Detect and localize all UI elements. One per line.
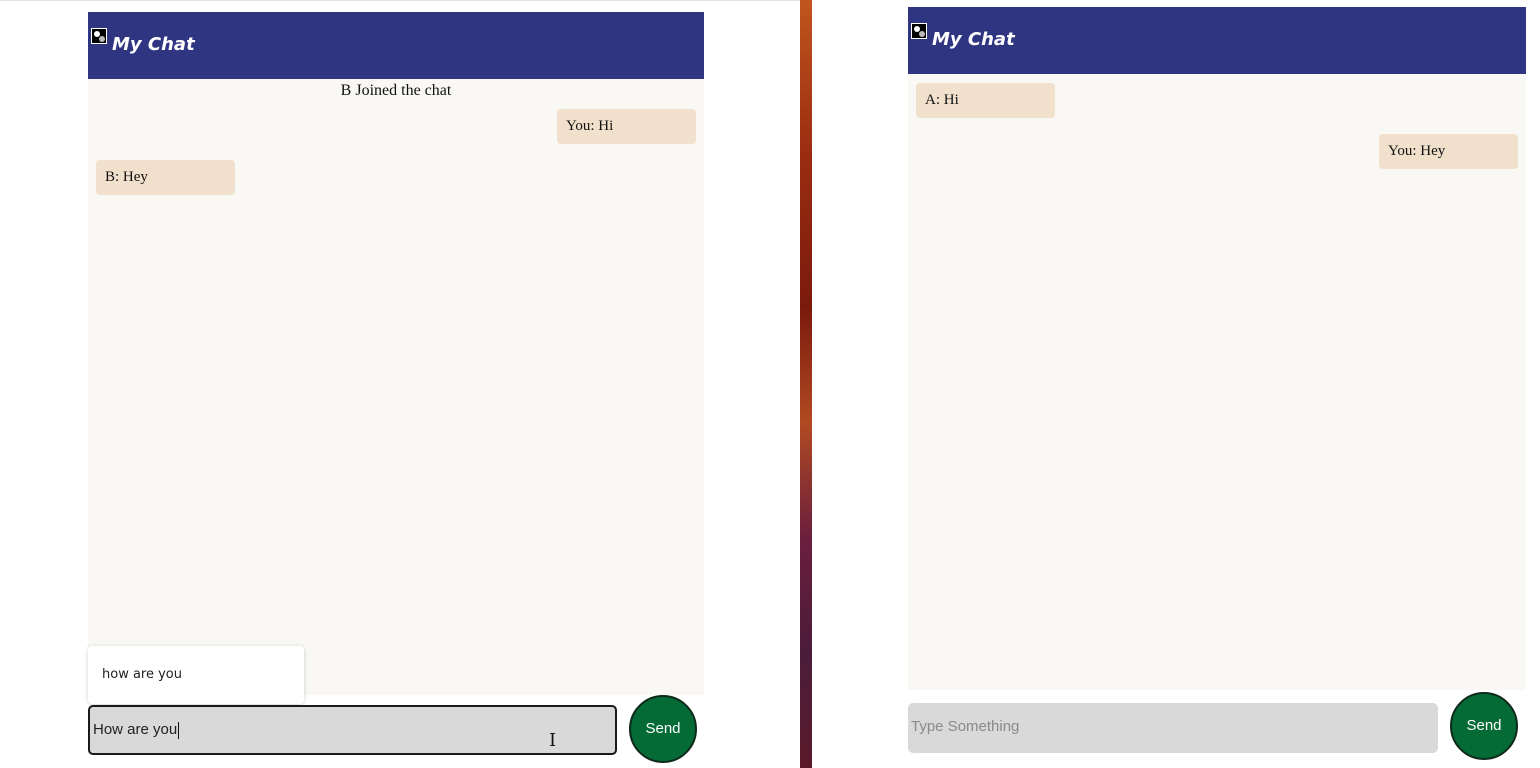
system-message: B Joined the chat [340,82,452,99]
left-browser-window: My Chat B Joined the chat You: Hi B: Hey… [0,0,800,768]
chat-logo-icon [911,23,927,39]
text-cursor-icon: I [549,730,557,751]
chat-panel: My Chat A: Hi You: Hey [908,7,1526,690]
message-input[interactable]: How are you [88,705,617,755]
message-bubble-outgoing: You: Hey [1379,134,1518,169]
text-caret [178,721,180,739]
chat-panel: My Chat B Joined the chat You: Hi B: Hey [88,12,704,695]
desktop-wallpaper-strip [800,0,812,768]
chat-title: My Chat [932,29,1015,50]
right-browser-window: My Chat A: Hi You: Hey Type Something Se… [812,0,1540,768]
chat-header: My Chat [88,12,704,79]
chat-logo-icon [91,28,107,44]
message-bubble-incoming: A: Hi [916,83,1055,118]
chat-title: My Chat [112,34,195,55]
send-button[interactable]: Send [1450,692,1518,760]
send-button[interactable]: Send [629,695,697,763]
chat-header: My Chat [908,7,1526,74]
message-input[interactable]: Type Something [908,703,1438,753]
message-bubble-incoming: B: Hey [96,160,235,195]
message-bubble-outgoing: You: Hi [557,109,696,144]
message-input-value: How are you [93,721,178,738]
autocomplete-suggestion[interactable]: how are you [88,646,304,704]
